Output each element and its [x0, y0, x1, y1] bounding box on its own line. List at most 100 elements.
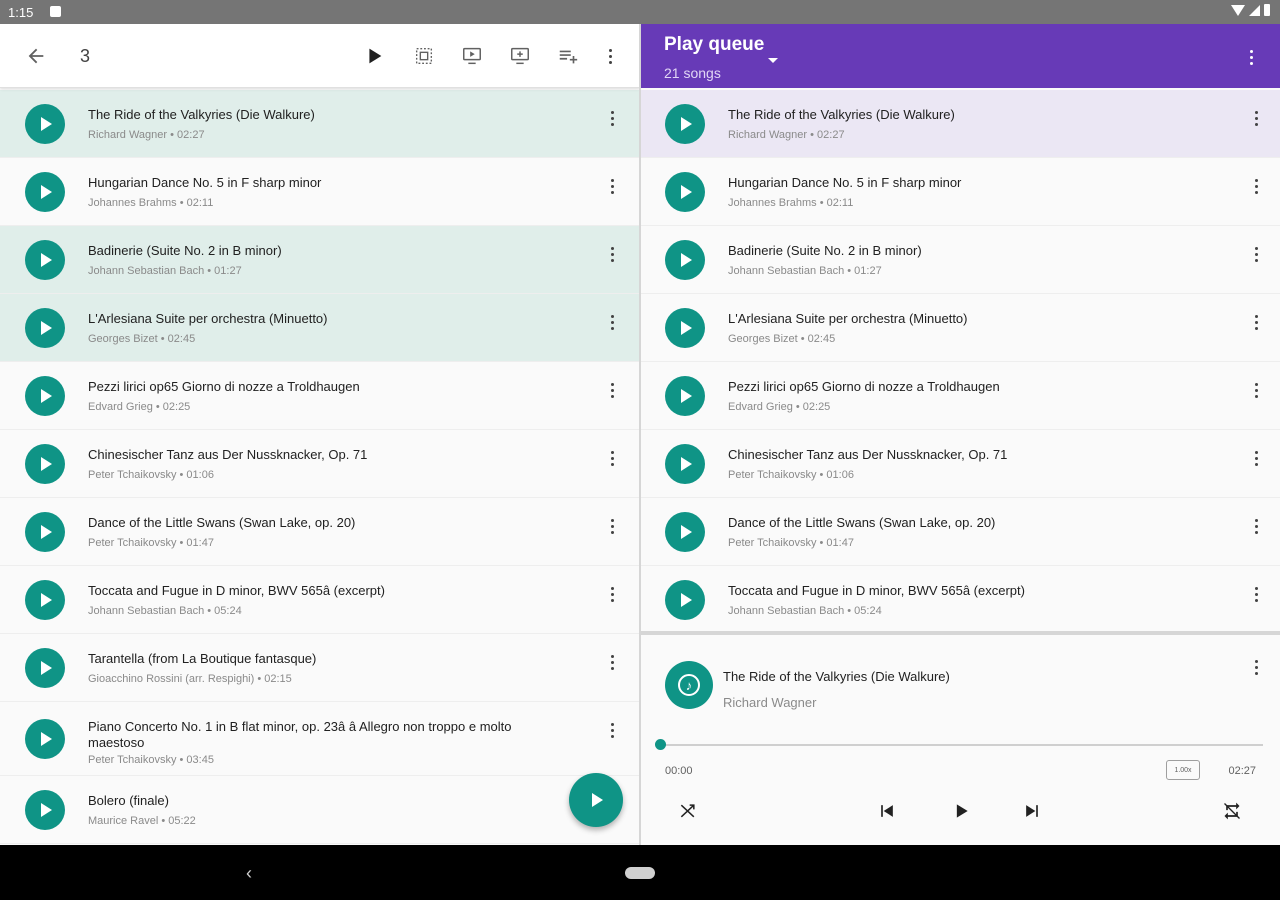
song-title: Hungarian Dance No. 5 in F sharp minor [728, 175, 962, 190]
list-item[interactable]: The Ride of the Valkyries (Die Walkure) … [0, 90, 640, 158]
overflow-menu-button[interactable] [594, 40, 626, 72]
play-song-button[interactable] [25, 172, 65, 212]
song-menu-button[interactable] [600, 378, 624, 402]
song-title: Toccata and Fugue in D minor, BWV 565â (… [728, 583, 1025, 598]
nav-home-pill[interactable] [625, 867, 655, 879]
list-item[interactable]: Piano Concerto No. 1 in B flat minor, op… [0, 702, 640, 776]
play-song-button[interactable] [665, 104, 705, 144]
play-song-button[interactable] [25, 240, 65, 280]
song-menu-button[interactable] [600, 718, 624, 742]
nav-back-icon[interactable]: ‹ [246, 863, 252, 884]
song-menu-button[interactable] [1244, 242, 1268, 266]
play-icon [681, 457, 692, 471]
play-next-button[interactable] [456, 40, 488, 72]
list-item[interactable]: Badinerie (Suite No. 2 in B minor) Johan… [0, 226, 640, 294]
now-playing-menu-button[interactable] [1244, 655, 1268, 679]
song-menu-button[interactable] [600, 446, 624, 470]
list-item[interactable]: Dance of the Little Swans (Swan Lake, op… [641, 498, 1280, 566]
song-meta: Peter Tchaikovsky • 03:45 [88, 754, 214, 766]
play-song-button[interactable] [665, 580, 705, 620]
song-menu-button[interactable] [1244, 310, 1268, 334]
list-item[interactable]: Toccata and Fugue in D minor, BWV 565â (… [0, 566, 640, 634]
list-item[interactable]: Badinerie (Suite No. 2 in B minor) Johan… [641, 226, 1280, 294]
notification-icon [50, 6, 61, 17]
list-item[interactable]: Bolero (finale) Maurice Ravel • 05:22 [0, 776, 640, 844]
song-menu-button[interactable] [600, 650, 624, 674]
play-song-button[interactable] [665, 308, 705, 348]
play-song-button[interactable] [25, 512, 65, 552]
list-item[interactable]: Toccata and Fugue in D minor, BWV 565â (… [641, 566, 1280, 634]
shuffle-button[interactable] [672, 795, 704, 827]
repeat-button[interactable] [1216, 795, 1248, 827]
skip-next-icon [1026, 805, 1038, 817]
play-song-button[interactable] [25, 580, 65, 620]
queue-pane: Play queue 21 songs The Ride of the Valk… [641, 24, 1280, 845]
play-song-button[interactable] [665, 444, 705, 484]
play-song-button[interactable] [665, 172, 705, 212]
current-time: 00:00 [665, 765, 693, 777]
song-menu-button[interactable] [600, 242, 624, 266]
play-icon [41, 321, 52, 335]
play-song-button[interactable] [25, 719, 65, 759]
play-button[interactable] [945, 795, 977, 827]
playlist-add-icon [559, 50, 578, 64]
album-art: ♪ [665, 661, 713, 709]
skip-previous-icon [881, 805, 893, 817]
list-item[interactable]: Dance of the Little Swans (Swan Lake, op… [0, 498, 640, 566]
queue-overflow-menu[interactable] [1239, 45, 1263, 69]
play-song-button[interactable] [25, 790, 65, 830]
play-icon [681, 321, 692, 335]
list-item[interactable]: Hungarian Dance No. 5 in F sharp minor J… [0, 158, 640, 226]
play-song-button[interactable] [25, 648, 65, 688]
list-item[interactable]: L'Arlesiana Suite per orchestra (Minuett… [0, 294, 640, 362]
song-menu-button[interactable] [1244, 514, 1268, 538]
add-to-playlist-button[interactable] [552, 40, 584, 72]
play-icon [681, 389, 692, 403]
dropdown-arrow-icon[interactable] [768, 58, 778, 63]
play-song-button[interactable] [665, 512, 705, 552]
list-item[interactable]: Hungarian Dance No. 5 in F sharp minor J… [641, 158, 1280, 226]
list-item[interactable]: Pezzi lirici op65 Giorno di nozze a Trol… [0, 362, 640, 430]
song-menu-button[interactable] [600, 514, 624, 538]
seek-bar[interactable] [660, 744, 1263, 746]
list-item[interactable]: L'Arlesiana Suite per orchestra (Minuett… [641, 294, 1280, 362]
song-menu-button[interactable] [1244, 378, 1268, 402]
play-song-button[interactable] [665, 376, 705, 416]
song-meta: Johannes Brahms • 02:11 [728, 197, 854, 209]
song-meta: Maurice Ravel • 05:22 [88, 815, 196, 827]
seek-thumb[interactable] [655, 739, 666, 750]
list-item[interactable]: The Ride of the Valkyries (Die Walkure) … [641, 90, 1280, 158]
next-button[interactable] [1016, 795, 1048, 827]
repeat-off-icon [1224, 802, 1240, 820]
list-item[interactable]: Pezzi lirici op65 Giorno di nozze a Trol… [641, 362, 1280, 430]
play-song-button[interactable] [25, 104, 65, 144]
play-song-button[interactable] [25, 308, 65, 348]
song-menu-button[interactable] [1244, 174, 1268, 198]
song-menu-button[interactable] [1244, 446, 1268, 470]
song-menu-button[interactable] [1244, 582, 1268, 606]
song-menu-button[interactable] [600, 582, 624, 606]
play-song-button[interactable] [25, 376, 65, 416]
song-menu-button[interactable] [600, 106, 624, 130]
play-icon [681, 117, 692, 131]
playback-speed-button[interactable]: 1.00x [1166, 760, 1200, 780]
list-item[interactable]: Chinesischer Tanz aus Der Nussknacker, O… [641, 430, 1280, 498]
wifi-icon [1231, 4, 1245, 16]
song-meta: Peter Tchaikovsky • 01:06 [88, 469, 214, 481]
song-menu-button[interactable] [1244, 106, 1268, 130]
back-button[interactable] [20, 40, 52, 72]
play-song-button[interactable] [25, 444, 65, 484]
song-menu-button[interactable] [600, 310, 624, 334]
play-icon [681, 185, 692, 199]
list-item[interactable]: Tarantella (from La Boutique fantasque) … [0, 634, 640, 702]
play-fab-button[interactable] [569, 773, 623, 827]
play-all-button[interactable] [358, 40, 390, 72]
play-song-button[interactable] [665, 240, 705, 280]
list-item[interactable]: Chinesischer Tanz aus Der Nussknacker, O… [0, 430, 640, 498]
add-to-queue-button[interactable] [504, 40, 536, 72]
total-time: 02:27 [1228, 765, 1256, 777]
select-all-button[interactable] [408, 40, 440, 72]
song-menu-button[interactable] [600, 174, 624, 198]
previous-button[interactable] [871, 795, 903, 827]
song-title: Dance of the Little Swans (Swan Lake, op… [728, 515, 996, 530]
